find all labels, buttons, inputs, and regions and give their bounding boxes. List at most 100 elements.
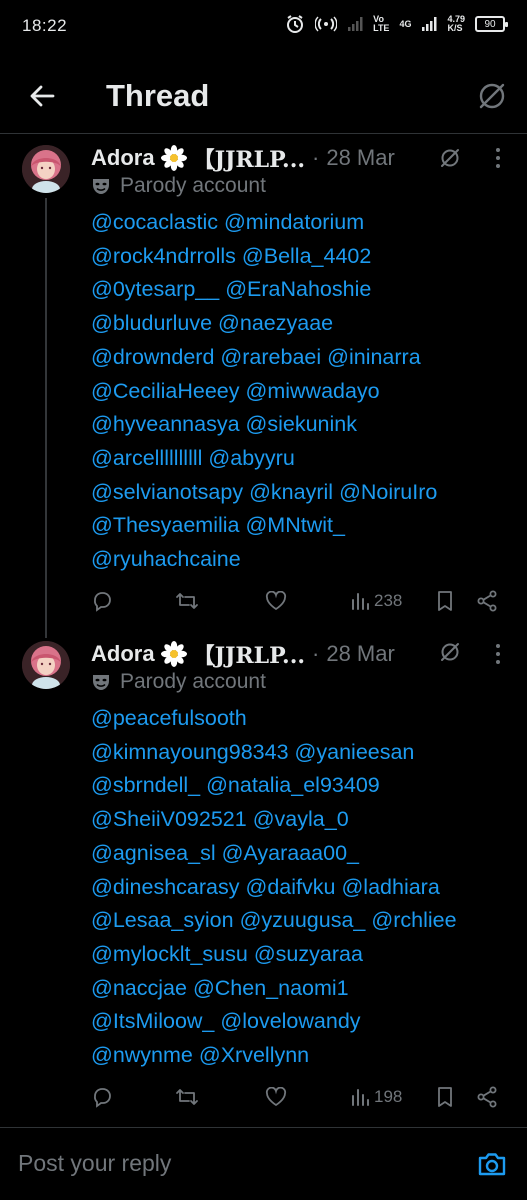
net-bottom: LTE <box>373 23 390 33</box>
status-time: 18:22 <box>22 16 68 35</box>
bookmark-button[interactable] <box>436 1082 454 1112</box>
repost-button[interactable] <box>175 1082 199 1112</box>
mention-link[interactable]: @hyveannasya <box>91 412 240 436</box>
mention-link[interactable]: @drownderd <box>91 345 214 369</box>
mention-link[interactable]: @Ayaraaa00_ <box>222 841 359 865</box>
views-icon <box>352 593 369 610</box>
back-button[interactable] <box>24 78 60 114</box>
mention-link[interactable]: @ryuhachcaine <box>91 547 241 571</box>
avatar[interactable] <box>22 641 70 689</box>
camera-icon <box>478 1153 506 1176</box>
mention-link[interactable]: @yzuugusa_ <box>240 908 366 932</box>
mention-link[interactable]: @abyyru <box>208 446 294 470</box>
more-options-button[interactable] <box>488 145 508 171</box>
mention-link[interactable]: @mylocklt_susu <box>91 942 248 966</box>
mention-link[interactable]: @siekunink <box>246 412 357 436</box>
mention-link[interactable]: @ininarra <box>327 345 421 369</box>
mention-link[interactable]: @nwynme <box>91 1043 193 1067</box>
mention-link[interactable]: @suzyaraa <box>254 942 363 966</box>
mention-link[interactable]: @CeciliaHeeey <box>91 379 240 403</box>
like-button[interactable] <box>265 586 287 616</box>
speed-bottom: K/S <box>447 23 463 33</box>
reply-button[interactable] <box>91 586 113 616</box>
like-button[interactable] <box>265 1082 287 1112</box>
mention-link[interactable]: @arcellllllllll <box>91 446 202 470</box>
mention-link[interactable]: @Xrvellynn <box>199 1043 309 1067</box>
mention-link[interactable]: @selvianotsapy <box>91 480 243 504</box>
author-name[interactable]: Adora <box>91 145 155 171</box>
post-actions: 238 <box>91 586 511 616</box>
views-button[interactable]: 198 <box>350 1082 402 1112</box>
author-name[interactable]: Adora <box>91 641 155 667</box>
reply-bar: Post your reply <box>0 1127 527 1200</box>
mention-link[interactable]: @Thesyaemilia <box>91 513 239 537</box>
mention-link[interactable]: @lovelowandy <box>220 1009 360 1033</box>
bookmark-icon <box>438 1087 452 1107</box>
grok-explain-button[interactable] <box>437 639 463 665</box>
bookmark-icon <box>438 591 452 611</box>
speed-label: 4.79 K/S <box>447 15 465 33</box>
reply-icon <box>94 1088 111 1108</box>
mention-link[interactable]: @sbrndell_ <box>91 773 200 797</box>
mention-link[interactable]: @mindatorium <box>224 210 364 234</box>
mention-link[interactable]: @peacefulsooth <box>91 706 247 730</box>
post-header: Adora 【JJRLP... · 28 Mar <box>91 143 395 173</box>
more-options-button[interactable] <box>488 641 508 667</box>
mention-link[interactable]: @natalia_el93409 <box>206 773 380 797</box>
share-button[interactable] <box>476 586 498 616</box>
mention-link[interactable]: @Lesaa_syion <box>91 908 234 932</box>
parody-label-text: Parody account <box>120 670 266 693</box>
grok-button[interactable] <box>472 76 512 116</box>
heart-icon <box>265 1087 287 1107</box>
mention-link[interactable]: @NoiruIro <box>339 480 437 504</box>
reply-input[interactable]: Post your reply <box>18 1150 171 1177</box>
post-date[interactable]: 28 Mar <box>326 641 394 667</box>
mention-link[interactable]: @dineshcarasy <box>91 875 240 899</box>
mention-link[interactable]: @rchliee <box>371 908 456 932</box>
bookmark-button[interactable] <box>436 586 454 616</box>
parody-account-label: Parody account <box>91 174 266 198</box>
mention-link[interactable]: @cocaclastic <box>91 210 218 234</box>
hotspot-icon <box>315 16 338 32</box>
grok-icon <box>479 83 505 109</box>
camera-button[interactable] <box>474 1148 510 1180</box>
separator-dot: · <box>312 641 320 666</box>
repost-icon <box>176 1089 198 1105</box>
mention-link[interactable]: @naccjae <box>91 976 187 1000</box>
mention-link[interactable]: @naezyaae <box>218 311 333 335</box>
mention-link[interactable]: @Bella_4402 <box>242 244 371 268</box>
share-button[interactable] <box>476 1082 498 1112</box>
more-vertical-icon <box>496 644 500 664</box>
mention-link[interactable]: @agnisea_sl <box>91 841 216 865</box>
mention-link[interactable]: @rock4ndrrolls <box>91 244 236 268</box>
mention-link[interactable]: @miwwadayo <box>246 379 380 403</box>
mention-link[interactable]: @knayril <box>249 480 333 504</box>
thread-connector <box>45 198 47 638</box>
post-text: @peacefulsooth @kimnayoung98343 @yanieesa… <box>91 702 516 1073</box>
top-app-bar: Thread <box>0 60 527 132</box>
views-icon <box>352 1089 369 1106</box>
mention-link[interactable]: @ladhiara <box>341 875 439 899</box>
grok-explain-button[interactable] <box>437 145 463 171</box>
repost-button[interactable] <box>175 586 199 616</box>
views-count: 198 <box>374 1087 403 1106</box>
mention-link[interactable]: @Chen_naomi1 <box>193 976 349 1000</box>
mention-link[interactable]: @bludurluve <box>91 311 212 335</box>
mention-link[interactable]: @yanieesan <box>295 740 415 764</box>
mention-link[interactable]: @SheiiV092521 <box>91 807 247 831</box>
mention-link[interactable]: @daifvku <box>246 875 336 899</box>
views-button[interactable]: 238 <box>350 586 402 616</box>
mention-link[interactable]: @ItsMiloow_ <box>91 1009 214 1033</box>
reply-button[interactable] <box>91 1082 113 1112</box>
mention-link[interactable]: @0ytesarp__ <box>91 277 219 301</box>
mention-link[interactable]: @MNtwit_ <box>245 513 344 537</box>
mention-link[interactable]: @EraNahoshie <box>225 277 371 301</box>
theater-mask-icon <box>93 675 109 690</box>
mention-link[interactable]: @rarebaei <box>220 345 321 369</box>
post-date[interactable]: 28 Mar <box>326 145 394 171</box>
mention-link[interactable]: @kimnayoung98343 <box>91 740 289 764</box>
flower-emoji-icon <box>160 145 187 171</box>
more-vertical-icon <box>496 148 500 168</box>
mention-link[interactable]: @vayla_0 <box>253 807 349 831</box>
avatar[interactable] <box>22 145 70 193</box>
